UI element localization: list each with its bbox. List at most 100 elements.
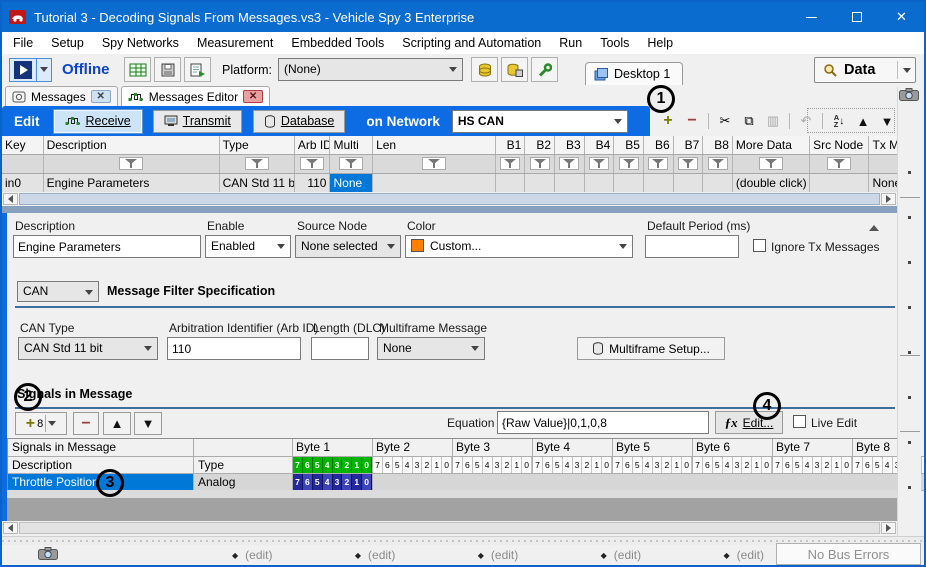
bit-cell[interactable]: 2: [742, 457, 752, 473]
bit-cell[interactable]: 6: [543, 457, 553, 473]
close-button[interactable]: ✕: [879, 2, 924, 32]
bit-cell[interactable]: 5: [793, 457, 803, 473]
signal-row[interactable]: Throttle Position Analog 76543210: [8, 474, 926, 491]
menu-item[interactable]: Scripting and Automation: [393, 32, 550, 54]
bit-cell[interactable]: 0: [362, 457, 372, 473]
scroll-right-icon[interactable]: [881, 522, 896, 534]
filter-button[interactable]: [827, 157, 851, 170]
transmit-button[interactable]: Transmit: [153, 110, 242, 133]
filter-button[interactable]: [678, 157, 698, 170]
col-byte[interactable]: B4: [585, 136, 615, 154]
filter-button[interactable]: [300, 157, 324, 170]
description-input[interactable]: [13, 235, 201, 258]
can-type-select[interactable]: CAN Std 11 bit: [18, 337, 158, 360]
live-edit-checkbox[interactable]: [793, 415, 806, 428]
tab-messages-editor-close-icon[interactable]: ✕: [243, 90, 263, 103]
filter-button[interactable]: [245, 157, 269, 170]
filter-button[interactable]: [422, 157, 446, 170]
bit-cell[interactable]: 6: [623, 457, 633, 473]
tab-messages-editor[interactable]: Messages Editor ✕: [121, 86, 270, 106]
bus-type-select[interactable]: CAN: [17, 281, 99, 302]
menu-item[interactable]: File: [4, 32, 42, 54]
database-button[interactable]: Database: [253, 110, 346, 133]
filter-button[interactable]: [619, 157, 639, 170]
bit-cell[interactable]: 1: [752, 457, 762, 473]
bit-cell[interactable]: 7: [533, 457, 543, 473]
status-edit-item[interactable]: ◆ (edit): [232, 548, 273, 562]
col-type[interactable]: Type: [220, 136, 295, 154]
bit-cell[interactable]: 6: [703, 457, 713, 473]
col-len[interactable]: Len: [373, 136, 496, 154]
remove-message-button[interactable]: −: [682, 111, 702, 131]
col-more-data[interactable]: More Data: [733, 136, 810, 154]
bit-cell[interactable]: 5: [713, 457, 723, 473]
bit-cell[interactable]: 6: [383, 457, 393, 473]
col-arb-id[interactable]: Arb ID: [295, 136, 331, 154]
menu-item[interactable]: Spy Networks: [93, 32, 188, 54]
col-byte[interactable]: B1: [496, 136, 526, 154]
scroll-left-icon[interactable]: [3, 522, 18, 534]
bit-cell[interactable]: 6: [463, 457, 473, 473]
bit-cell[interactable]: 6: [783, 457, 793, 473]
signal-type[interactable]: Analog: [194, 474, 293, 491]
bit-cell[interactable]: 6: [863, 457, 873, 473]
bit-cell[interactable]: 3: [333, 457, 343, 473]
bit-cell[interactable]: 4: [883, 457, 893, 473]
bit-cell[interactable]: 1: [832, 457, 842, 473]
menu-item[interactable]: Measurement: [188, 32, 282, 54]
multiframe-setup-button[interactable]: Multiframe Setup...: [577, 337, 725, 360]
filter-button[interactable]: [339, 157, 363, 170]
bit-cell[interactable]: 4: [323, 474, 333, 490]
messages-h-scrollbar[interactable]: [2, 192, 897, 206]
bit-cell[interactable]: 7: [293, 457, 303, 473]
bit-cell[interactable]: 0: [922, 457, 926, 473]
filter-button[interactable]: [530, 157, 550, 170]
col-byte[interactable]: B2: [525, 136, 555, 154]
bit-cell[interactable]: 5: [553, 457, 563, 473]
bit-cell[interactable]: 7: [453, 457, 463, 473]
menu-item[interactable]: Run: [550, 32, 591, 54]
scrollbar-thumb[interactable]: [19, 522, 880, 534]
run-button[interactable]: [9, 58, 37, 82]
bit-cell[interactable]: 4: [483, 457, 493, 473]
spreadsheet-button[interactable]: [124, 57, 151, 82]
bit-cell[interactable]: 6: [303, 474, 313, 490]
bit-cell[interactable]: 5: [313, 474, 323, 490]
snapshot-icon[interactable]: [899, 88, 919, 104]
bit-cell[interactable]: 3: [733, 457, 743, 473]
save-button[interactable]: [154, 57, 181, 82]
filter-button[interactable]: [119, 157, 143, 170]
menu-item[interactable]: Embedded Tools: [282, 32, 393, 54]
bit-cell[interactable]: 4: [723, 457, 733, 473]
database-save-button[interactable]: [501, 57, 528, 82]
scroll-right-icon[interactable]: [881, 193, 896, 205]
bit-cell[interactable]: 3: [573, 457, 583, 473]
logging-button[interactable]: [184, 57, 211, 82]
multiframe-select[interactable]: None: [377, 337, 485, 360]
menu-item[interactable]: Help: [638, 32, 682, 54]
editor-h-scrollbar[interactable]: [2, 521, 897, 536]
add-signal-button[interactable]: + 8: [15, 412, 67, 435]
bit-cell[interactable]: 7: [293, 474, 303, 490]
col-byte[interactable]: B5: [614, 136, 644, 154]
bit-cell[interactable]: 7: [373, 457, 383, 473]
status-edit-item[interactable]: ◆ (edit): [724, 548, 765, 562]
bit-cell[interactable]: 4: [323, 457, 333, 473]
bit-cell[interactable]: 1: [672, 457, 682, 473]
bit-cell[interactable]: 1: [512, 457, 522, 473]
bit-cell[interactable]: 2: [342, 457, 352, 473]
filter-button[interactable]: [589, 157, 609, 170]
bit-cell[interactable]: 1: [352, 474, 362, 490]
pane-splitter[interactable]: [2, 206, 897, 213]
status-edit-item[interactable]: ◆ (edit): [355, 548, 396, 562]
receive-button[interactable]: Receive: [54, 110, 142, 133]
bit-cell[interactable]: 4: [563, 457, 573, 473]
bit-cell[interactable]: 7: [613, 457, 623, 473]
camera-icon[interactable]: [38, 547, 58, 563]
bit-cell[interactable]: 3: [413, 457, 423, 473]
bit-cell[interactable]: 5: [633, 457, 643, 473]
bit-cell[interactable]: 7: [693, 457, 703, 473]
col-src-node[interactable]: Src Node: [810, 136, 869, 154]
bit-cell[interactable]: 2: [822, 457, 832, 473]
run-dropdown[interactable]: [37, 58, 52, 82]
